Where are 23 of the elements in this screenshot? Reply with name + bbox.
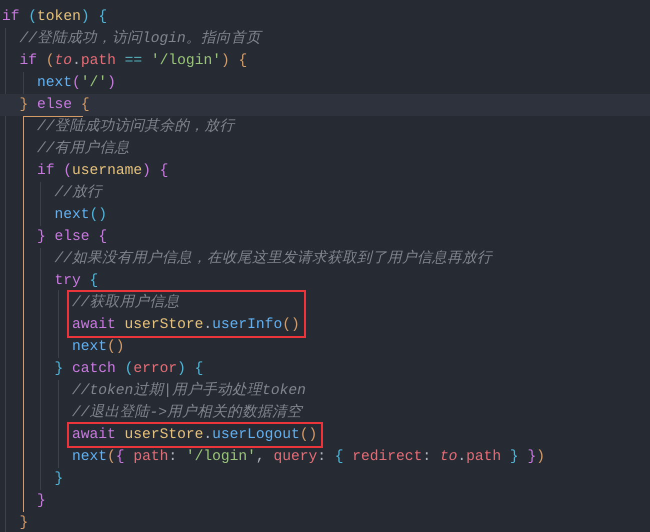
code-line: //登陆成功访问其余的，放行 [37, 116, 235, 137]
code-line: next({ path: '/login', query: { redirect: to.path } }) [72, 448, 545, 467]
code-line: next() [72, 338, 125, 357]
code-line: await userStore.userLogout() [72, 426, 318, 445]
code-line: next('/') [37, 74, 116, 93]
code-line: } [54, 470, 64, 489]
code-line: await userStore.userInfo() [72, 316, 300, 335]
code-line: //有用户信息 [37, 138, 130, 159]
code-line: try { [54, 272, 98, 291]
code-line: } else { [37, 228, 108, 247]
code-line: } catch (error) { [54, 360, 204, 379]
code-line: //获取用户信息 [72, 292, 180, 313]
code-line: //放行 [54, 184, 102, 203]
code-line: //登陆成功，访问login。指向首页 [20, 28, 261, 49]
code-line: //如果没有用户信息，在收尾这里发请求获取到了用户信息再放行 [54, 248, 492, 269]
code-line: //退出登陆->用户相关的数据清空 [72, 402, 302, 423]
code-line: if (token) { [2, 8, 108, 27]
code-line: next() [54, 206, 108, 225]
code-line: } [20, 514, 28, 532]
code-line: } [37, 492, 46, 511]
code-line: if (username) { [37, 162, 168, 181]
code-line: //token过期|用户手动处理token [72, 380, 306, 401]
code-line: if (to.path == '/login') { [20, 52, 248, 71]
